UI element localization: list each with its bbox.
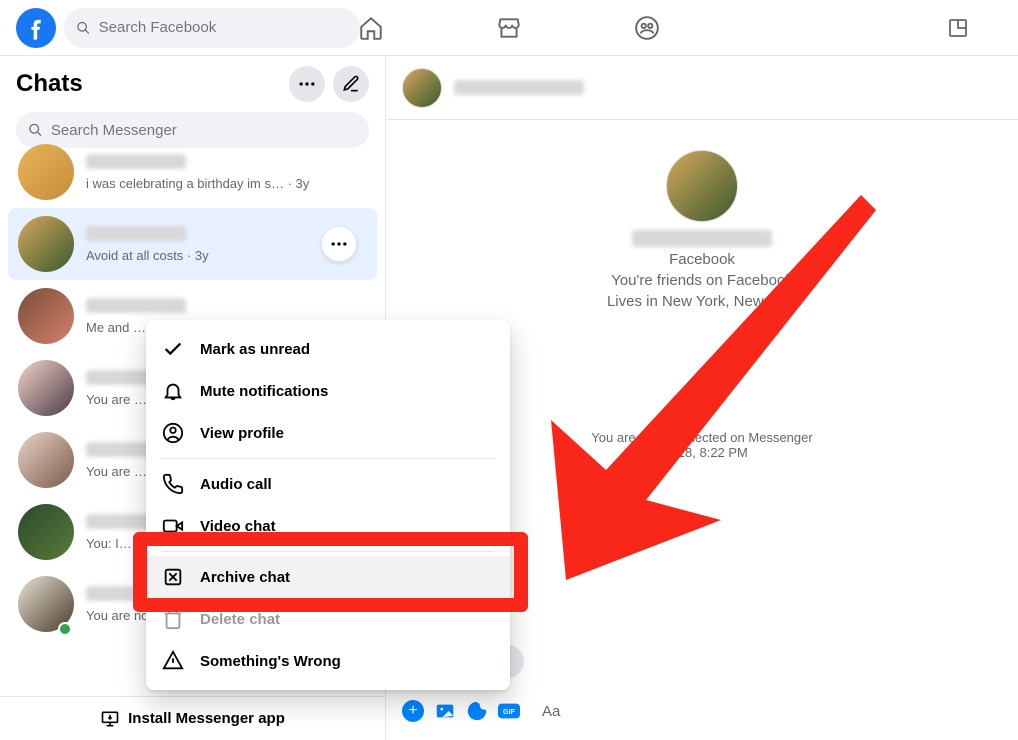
marketplace-icon[interactable]	[495, 14, 523, 42]
profile-avatar[interactable]	[666, 150, 738, 222]
avatar	[18, 432, 74, 488]
avatar	[18, 288, 74, 344]
install-messenger[interactable]: Install Messenger app	[0, 696, 385, 740]
chat-name	[86, 226, 186, 241]
menu-mark-unread[interactable]: Mark as unread	[146, 328, 510, 370]
chats-title: Chats	[16, 70, 83, 98]
warning-icon	[162, 650, 184, 672]
connected-text: You are now connected on Messenger	[591, 430, 812, 445]
chat-name	[86, 154, 186, 169]
profile-meta: You're friends on Facebook	[611, 272, 793, 289]
search-icon	[76, 20, 91, 36]
connected-time: 4/2/18, 8:22 PM	[591, 445, 812, 460]
svg-text:GIF: GIF	[503, 707, 516, 716]
separator	[162, 458, 494, 459]
gaming-icon[interactable]	[944, 14, 972, 42]
sticker-icon[interactable]	[466, 700, 488, 722]
new-message-button[interactable]	[333, 66, 369, 102]
menu-audio-call[interactable]: Audio call	[146, 463, 510, 505]
topbar	[0, 0, 1018, 56]
gif-icon[interactable]: GIF	[498, 700, 520, 722]
facebook-logo[interactable]	[16, 8, 56, 48]
bell-icon	[162, 380, 184, 402]
chat-item[interactable]: i was celebrating a birthday im s… · 3y	[8, 136, 377, 208]
menu-view-profile[interactable]: View profile	[146, 412, 510, 454]
online-indicator	[58, 622, 72, 636]
groups-icon[interactable]	[633, 14, 661, 42]
profile-icon	[162, 422, 184, 444]
chat-name	[86, 298, 186, 313]
global-search-input[interactable]	[99, 19, 348, 36]
profile-name	[632, 230, 772, 247]
chat-item-selected[interactable]: Avoid at all costs · 3y	[8, 208, 377, 280]
conversation-header	[386, 56, 1018, 120]
avatar	[18, 216, 74, 272]
composer: + GIF Aa	[386, 690, 1018, 740]
photo-icon[interactable]	[434, 700, 456, 722]
conversation-name	[454, 80, 584, 95]
avatar	[18, 504, 74, 560]
check-icon	[162, 338, 184, 360]
install-icon	[100, 709, 120, 729]
phone-icon	[162, 473, 184, 495]
chat-context-menu: Mark as unread Mute notifications View p…	[146, 320, 510, 690]
chat-preview: i was celebrating a birthday im s… · 3y	[86, 176, 367, 191]
avatar[interactable]	[402, 68, 442, 108]
message-input[interactable]: Aa	[530, 697, 1002, 726]
menu-mute[interactable]: Mute notifications	[146, 370, 510, 412]
global-search[interactable]	[64, 8, 360, 48]
profile-meta: Facebook	[669, 251, 735, 268]
chat-more-button[interactable]	[321, 226, 357, 262]
profile-meta: Lives in New York, New York	[607, 293, 797, 310]
home-icon[interactable]	[357, 14, 385, 42]
add-attachment-icon[interactable]: +	[402, 700, 424, 722]
chats-options-button[interactable]	[289, 66, 325, 102]
menu-something-wrong[interactable]: Something's Wrong	[146, 640, 510, 682]
avatar	[18, 360, 74, 416]
avatar	[18, 144, 74, 200]
annotation-highlight	[133, 532, 528, 612]
